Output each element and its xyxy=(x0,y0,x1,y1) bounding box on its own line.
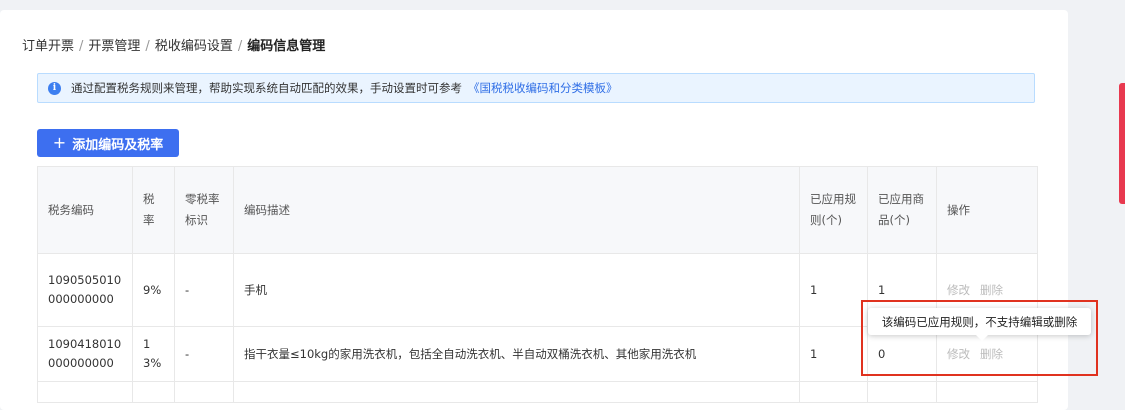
cell-applied-rules: 1 xyxy=(799,253,868,327)
header-tax-rate: 税率 xyxy=(132,166,175,254)
header-code-description: 编码描述 xyxy=(233,166,800,254)
cell-code-description: 指干衣量≤10kg的家用洗衣机，包括全自动洗衣机、半自动双桶洗衣机、其他家用洗衣… xyxy=(233,326,800,382)
add-code-button-label: 添加编码及税率 xyxy=(72,137,164,153)
cell-empty xyxy=(233,381,800,403)
side-edge-tab[interactable] xyxy=(1119,83,1125,204)
cell-empty xyxy=(936,381,1038,403)
cell-empty xyxy=(867,381,937,403)
breadcrumb-item-order-invoice[interactable]: 订单开票 xyxy=(22,39,74,54)
cell-empty xyxy=(174,381,234,403)
breadcrumb-item-tax-code-settings[interactable]: 税收编码设置 xyxy=(155,39,233,54)
header-zero-rate-flag: 零税率标识 xyxy=(174,166,234,254)
table-header-row: 税务编码 税率 零税率标识 编码描述 已应用规则(个) 已应用商品(个) 操作 xyxy=(37,166,1038,254)
header-tax-code: 税务编码 xyxy=(37,166,133,254)
plus-icon: + xyxy=(52,133,67,152)
breadcrumb: 订单开票 / 开票管理 / 税收编码设置 / 编码信息管理 xyxy=(22,35,325,54)
header-actions: 操作 xyxy=(936,166,1038,254)
table-row xyxy=(37,381,1038,403)
cell-tax-rate: 13% xyxy=(132,326,175,382)
breadcrumb-current: 编码信息管理 xyxy=(247,39,326,54)
highlight-box xyxy=(861,300,1098,376)
cell-tax-rate: 9% xyxy=(132,253,175,327)
breadcrumb-item-invoice-management[interactable]: 开票管理 xyxy=(88,39,140,54)
info-icon: i xyxy=(48,81,61,95)
header-applied-goods: 已应用商品(个) xyxy=(867,166,937,254)
header-applied-rules: 已应用规则(个) xyxy=(799,166,868,254)
cell-code-description: 手机 xyxy=(233,253,800,327)
breadcrumb-separator: / xyxy=(237,39,243,54)
cell-empty xyxy=(132,381,175,403)
add-code-button[interactable]: + 添加编码及税率 xyxy=(37,129,179,157)
cell-empty xyxy=(799,381,868,403)
tax-template-link[interactable]: 《国税税收编码和分类模板》 xyxy=(468,80,618,96)
delete-button[interactable]: 删除 xyxy=(980,283,1003,297)
breadcrumb-separator: / xyxy=(79,39,84,54)
cell-tax-code: 1090505010000000000 xyxy=(37,253,133,327)
cell-zero-rate-flag: - xyxy=(174,253,234,327)
breadcrumb-separator: / xyxy=(145,39,150,54)
edit-button[interactable]: 修改 xyxy=(947,283,970,297)
alert-text: 通过配置税务规则来管理，帮助实现系统自动匹配的效果，手动设置时可参考 xyxy=(71,81,462,95)
cell-empty xyxy=(37,381,133,403)
cell-zero-rate-flag: - xyxy=(174,326,234,382)
info-alert: i 通过配置税务规则来管理，帮助实现系统自动匹配的效果，手动设置时可参考 《国税… xyxy=(37,73,1035,103)
cell-applied-rules: 1 xyxy=(799,326,868,382)
cell-tax-code: 1090418010000000000 xyxy=(37,326,133,382)
